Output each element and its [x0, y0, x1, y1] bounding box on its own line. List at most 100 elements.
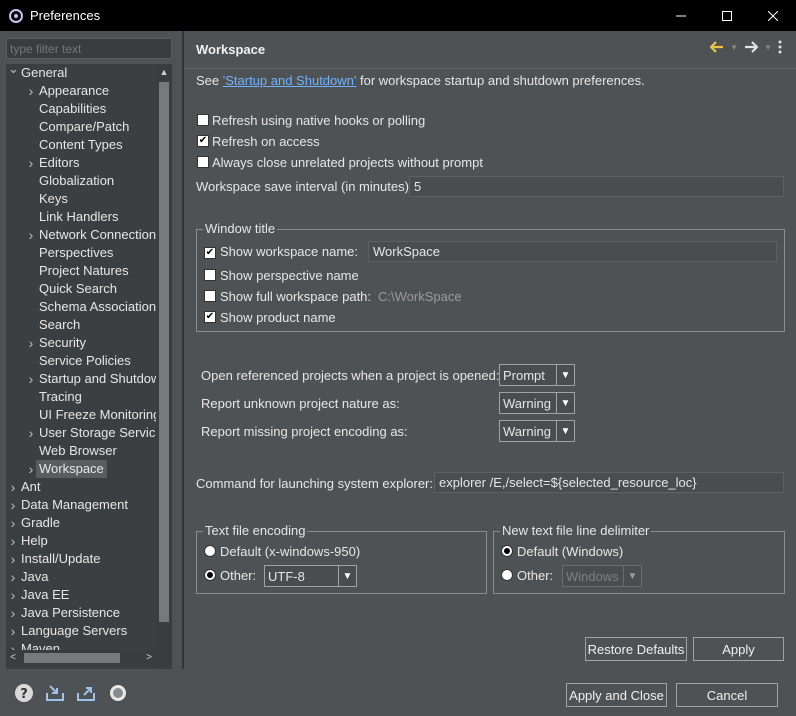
scroll-up-icon[interactable]: ▲: [156, 64, 172, 80]
missing-encoding-select[interactable]: Warning ▼: [499, 420, 575, 442]
minimize-button[interactable]: [658, 0, 704, 31]
refresh-access-label[interactable]: Refresh on access: [212, 134, 320, 149]
tree-item[interactable]: › Ant: [6, 478, 156, 496]
open-referenced-select[interactable]: Prompt ▼: [499, 364, 575, 386]
delimiter-default-radio[interactable]: [501, 545, 513, 557]
chevron-right-icon[interactable]: ›: [26, 226, 36, 244]
chevron-right-icon[interactable]: ›: [26, 460, 36, 478]
tree-item[interactable]: › Editors: [6, 154, 156, 172]
view-menu-icon[interactable]: [778, 40, 782, 54]
chevron-right-icon[interactable]: ›: [26, 82, 36, 100]
chevron-right-icon[interactable]: ›: [8, 622, 18, 640]
refresh-access-checkbox[interactable]: ✔: [197, 135, 209, 147]
show-perspective-label[interactable]: Show perspective name: [220, 268, 359, 283]
show-product-name-checkbox[interactable]: ✔: [204, 311, 216, 323]
chevron-right-icon[interactable]: ›: [26, 334, 36, 352]
tree-item[interactable]: › Java Persistence: [6, 604, 156, 622]
tree-item[interactable]: › Help: [6, 532, 156, 550]
tree-item[interactable]: › Data Management: [6, 496, 156, 514]
export-icon[interactable]: [76, 683, 96, 703]
tree-item[interactable]: Capabilities: [6, 100, 156, 118]
tree-item[interactable]: › Appearance: [6, 82, 156, 100]
tree-item[interactable]: › Startup and Shutdown: [6, 370, 156, 388]
delimiter-default-label[interactable]: Default (Windows): [517, 544, 623, 559]
chevron-right-icon[interactable]: ›: [26, 424, 36, 442]
tree-item[interactable]: › Network Connection: [6, 226, 156, 244]
tree-item[interactable]: Search: [6, 316, 156, 334]
tree-item[interactable]: › Workspace: [6, 460, 156, 478]
encoding-other-label[interactable]: Other:: [220, 568, 256, 583]
forward-arrow-icon[interactable]: [744, 41, 759, 53]
back-arrow-icon[interactable]: [710, 41, 724, 53]
tree-item[interactable]: › Gradle: [6, 514, 156, 532]
tree-item[interactable]: › Install/Update: [6, 550, 156, 568]
tree-item[interactable]: UI Freeze Monitoring: [6, 406, 156, 424]
tree-item[interactable]: ⌄ General: [6, 64, 156, 82]
encoding-default-label[interactable]: Default (x-windows-950): [220, 544, 360, 559]
chevron-down-icon[interactable]: ⌄: [8, 64, 19, 78]
tree-item[interactable]: Web Browser: [6, 442, 156, 460]
tree-item[interactable]: Compare/Patch: [6, 118, 156, 136]
encoding-select[interactable]: UTF-8 ▼: [264, 565, 357, 587]
show-perspective-checkbox[interactable]: [204, 269, 216, 281]
refresh-native-checkbox[interactable]: [197, 114, 209, 126]
scroll-right-icon[interactable]: >: [142, 650, 156, 666]
explorer-command-input[interactable]: explorer /E,/select=${selected_resource_…: [434, 472, 784, 493]
tree-vertical-scrollbar[interactable]: ▲ ▼: [156, 64, 172, 681]
save-interval-input[interactable]: 5: [409, 176, 784, 197]
tree-item[interactable]: › Language Servers: [6, 622, 156, 640]
tree-item[interactable]: Link Handlers: [6, 208, 156, 226]
apply-and-close-button[interactable]: Apply and Close: [566, 683, 667, 707]
tree-item[interactable]: Globalization: [6, 172, 156, 190]
back-menu-chevron-down-icon[interactable]: ▼: [730, 43, 738, 52]
tree-item[interactable]: Quick Search: [6, 280, 156, 298]
maximize-button[interactable]: [704, 0, 750, 31]
forward-menu-chevron-down-icon[interactable]: ▼: [764, 43, 772, 52]
scroll-thumb[interactable]: [24, 653, 120, 663]
chevron-right-icon[interactable]: ›: [8, 478, 18, 496]
show-workspace-name-label[interactable]: Show workspace name:: [220, 244, 358, 259]
chevron-right-icon[interactable]: ›: [8, 586, 18, 604]
chevron-right-icon[interactable]: ›: [8, 604, 18, 622]
apply-button[interactable]: Apply: [693, 637, 784, 661]
chevron-right-icon[interactable]: ›: [8, 550, 18, 568]
delimiter-other-label[interactable]: Other:: [517, 568, 553, 583]
encoding-other-radio[interactable]: [204, 569, 216, 581]
tree-item[interactable]: › Java: [6, 568, 156, 586]
chevron-right-icon[interactable]: ›: [8, 514, 18, 532]
startup-shutdown-link[interactable]: 'Startup and Shutdown': [223, 73, 357, 88]
chevron-right-icon[interactable]: ›: [26, 370, 36, 388]
chevron-right-icon[interactable]: ›: [8, 496, 18, 514]
show-product-name-label[interactable]: Show product name: [220, 310, 336, 325]
workspace-name-input[interactable]: WorkSpace: [368, 241, 777, 262]
cancel-button[interactable]: Cancel: [676, 683, 778, 707]
chevron-right-icon[interactable]: ›: [8, 568, 18, 586]
tree-horizontal-scrollbar[interactable]: < >: [6, 650, 156, 666]
tree-item[interactable]: Schema Association: [6, 298, 156, 316]
chevron-right-icon[interactable]: ›: [8, 532, 18, 550]
tree-item[interactable]: Project Natures: [6, 262, 156, 280]
close-button[interactable]: [750, 0, 796, 31]
encoding-default-radio[interactable]: [204, 545, 216, 557]
show-workspace-name-checkbox[interactable]: ✔: [204, 247, 216, 259]
always-close-label[interactable]: Always close unrelated projects without …: [212, 155, 483, 170]
restore-defaults-button[interactable]: Restore Defaults: [585, 637, 687, 661]
record-icon[interactable]: [108, 683, 128, 703]
help-icon[interactable]: ?: [14, 683, 34, 703]
import-icon[interactable]: [45, 683, 65, 703]
show-full-path-checkbox[interactable]: [204, 290, 216, 302]
tree-item[interactable]: › Java EE: [6, 586, 156, 604]
refresh-native-label[interactable]: Refresh using native hooks or polling: [212, 113, 425, 128]
scroll-left-icon[interactable]: <: [6, 650, 20, 666]
tree-item[interactable]: Perspectives: [6, 244, 156, 262]
always-close-checkbox[interactable]: [197, 156, 209, 168]
tree-item[interactable]: Service Policies: [6, 352, 156, 370]
delimiter-other-radio[interactable]: [501, 569, 513, 581]
preferences-tree[interactable]: ⌄ General › Appearance Capabilities Compare/P…: [6, 64, 156, 681]
tree-item[interactable]: › User Storage Service: [6, 424, 156, 442]
unknown-nature-select[interactable]: Warning ▼: [499, 392, 575, 414]
tree-item[interactable]: Tracing: [6, 388, 156, 406]
tree-item[interactable]: Content Types: [6, 136, 156, 154]
scroll-thumb[interactable]: [159, 82, 169, 622]
filter-input[interactable]: [6, 38, 172, 59]
